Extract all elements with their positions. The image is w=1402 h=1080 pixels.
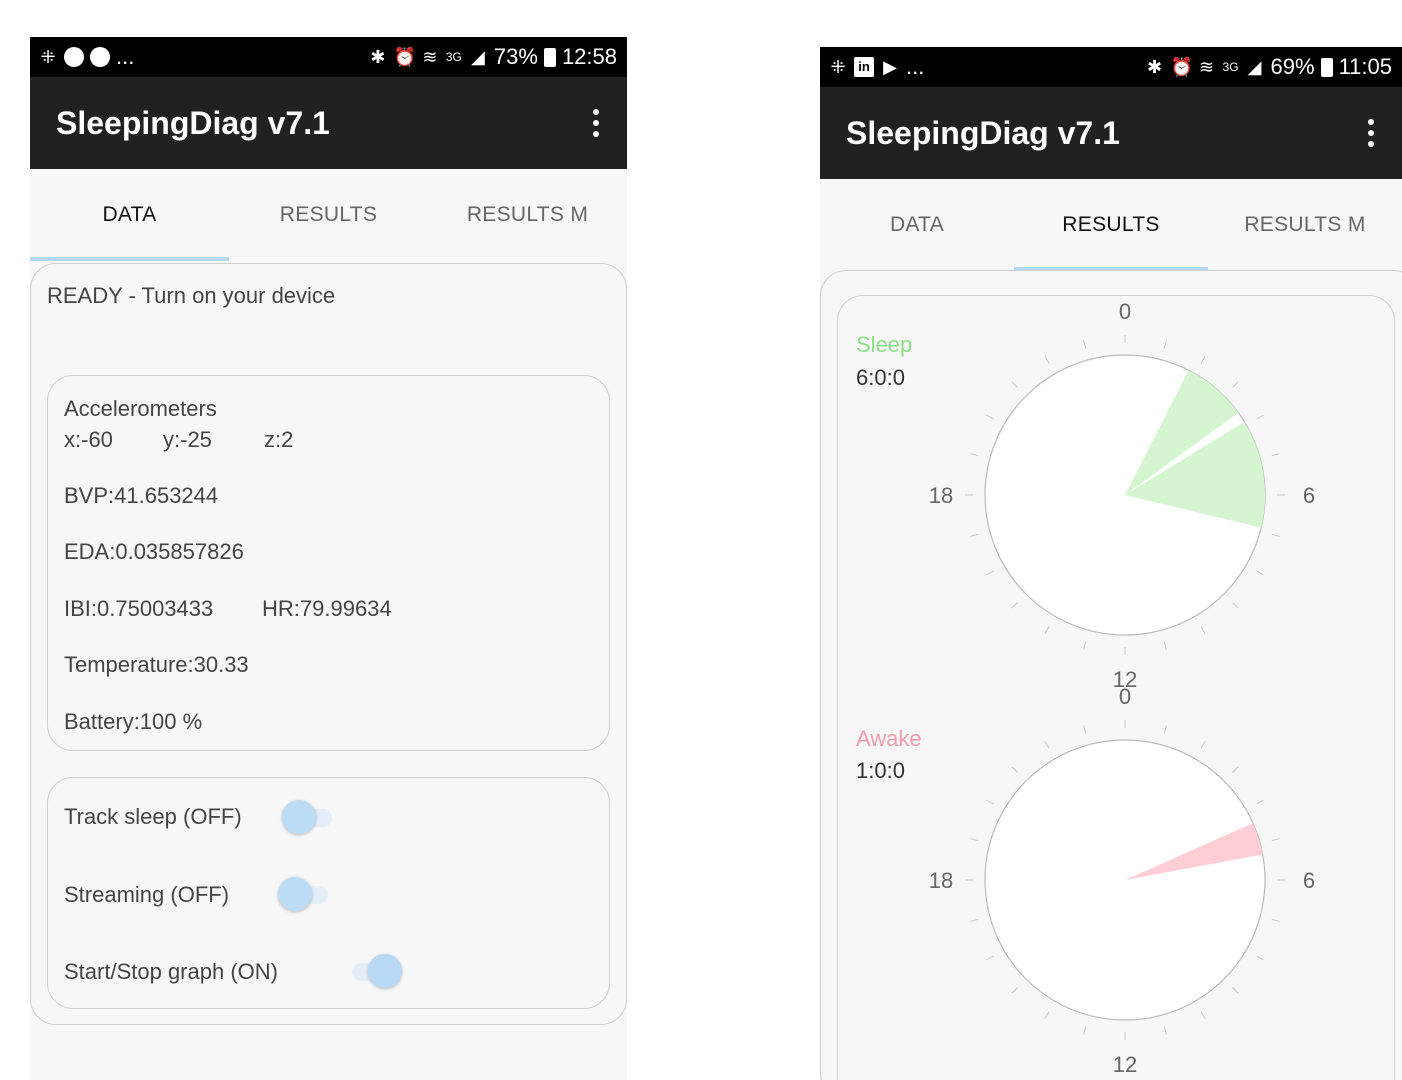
hour-tick	[986, 414, 994, 420]
hour-tick	[986, 799, 994, 805]
bluetooth-icon: ✱	[370, 47, 386, 67]
streaming-switch[interactable]	[278, 874, 334, 914]
eda-value: EDA:0.035857826	[64, 539, 244, 564]
hour-tick	[1200, 741, 1206, 749]
hour-tick	[1232, 987, 1239, 994]
sleep-clock-dial: 061218	[929, 299, 1315, 692]
hour-tick	[1011, 766, 1018, 773]
accelerometers-title: Accelerometers	[64, 396, 217, 421]
graph-switch[interactable]	[346, 951, 402, 991]
bvp-value: BVP:41.653244	[64, 483, 219, 508]
hour-tick	[1256, 570, 1264, 576]
temperature-value: Temperature:30.33	[64, 652, 249, 677]
hour-tick	[1011, 602, 1018, 609]
graph-toggle-label: Start/Stop graph (ON)	[64, 959, 278, 984]
tab-data[interactable]: DATA	[30, 169, 229, 261]
hour-tick	[1256, 414, 1264, 420]
notification-icon	[64, 47, 84, 67]
hour-tick	[1200, 356, 1206, 364]
tab-results[interactable]: RESULTS	[229, 169, 428, 261]
wifi-icon: ≋	[422, 47, 438, 67]
hour-tick	[1232, 381, 1239, 388]
app-bar: SleepingDiag v7.1	[30, 77, 627, 169]
hour-tick	[1200, 626, 1206, 634]
more-notifications: ...	[116, 44, 135, 69]
clock: 12:58	[561, 44, 617, 69]
hour-tick	[1200, 1011, 1206, 1019]
hour-tick	[986, 570, 994, 576]
hour-label: 0	[1119, 299, 1131, 324]
hour-tick	[1232, 766, 1239, 773]
fitbit-icon: ⁜	[40, 47, 56, 67]
hour-tick	[1232, 602, 1239, 609]
hour-tick	[1163, 641, 1167, 650]
network-type: 3G	[445, 50, 462, 64]
hour-label: 0	[1119, 684, 1131, 709]
awake-clock-dial: 0 6 12 18	[929, 684, 1315, 1077]
hour-tick	[970, 838, 979, 842]
ibi-value: IBI:0.75003433	[64, 596, 214, 621]
accel-y: y:-25	[163, 427, 212, 452]
streaming-label: Streaming (OFF)	[64, 882, 230, 907]
app-title: SleepingDiag v7.1	[56, 104, 330, 141]
hour-tick	[1163, 725, 1167, 734]
hour-tick	[1271, 918, 1280, 922]
accel-x: x:-60	[64, 427, 113, 452]
hour-tick	[1083, 641, 1087, 650]
tab-results-m[interactable]: RESULTS M	[428, 169, 627, 261]
hour-tick	[1044, 741, 1050, 749]
phone-screen-data: ⁜ ... ✱ ⏰ ≋ 3G ◢ 73% 12:58 SleepingDiag …	[30, 37, 627, 1080]
track-sleep-switch[interactable]	[282, 797, 338, 837]
signal-icon: ◢	[470, 47, 485, 67]
hour-tick	[1271, 453, 1280, 457]
hour-tick	[1044, 356, 1050, 364]
tab-bar: DATA RESULTS RESULTS M	[30, 169, 627, 261]
hour-tick	[1271, 533, 1280, 537]
hour-tick	[970, 533, 979, 537]
hour-label: 12	[1113, 1052, 1137, 1077]
battery-value: Battery:100 %	[64, 709, 203, 734]
hour-tick	[1011, 987, 1018, 994]
status-bar: ⁜ ... ✱ ⏰ ≋ 3G ◢ 73% 12:58	[30, 37, 627, 77]
phone-screen-results: ⁜ in ▶ ... ✱ ⏰ ≋ 3G ◢ 69% 11:05 Sleeping…	[820, 47, 1402, 1080]
hour-tick	[1256, 799, 1264, 805]
hour-tick	[1271, 838, 1280, 842]
hour-tick	[1083, 725, 1087, 734]
hour-tick	[1044, 626, 1050, 634]
hour-tick	[1083, 1026, 1087, 1035]
alarm-icon: ⏰	[393, 47, 417, 67]
hour-tick	[1083, 340, 1087, 349]
status-message: READY - Turn on your device	[47, 283, 336, 308]
hour-tick	[1044, 1011, 1050, 1019]
hour-tick	[1256, 955, 1264, 961]
hour-tick	[1163, 340, 1167, 349]
hr-value: HR:79.99634	[262, 596, 392, 621]
hour-label: 18	[929, 868, 953, 893]
hour-tick	[970, 453, 979, 457]
track-sleep-label: Track sleep (OFF)	[64, 804, 242, 829]
accel-z: z:2	[264, 427, 294, 452]
hour-tick	[1163, 1026, 1167, 1035]
hour-label: 6	[1303, 868, 1315, 893]
notification-icon	[90, 47, 110, 67]
hour-tick	[970, 918, 979, 922]
battery-icon	[543, 47, 556, 67]
overflow-menu-icon[interactable]	[591, 109, 601, 137]
battery-percent: 73%	[493, 44, 538, 69]
results-dials: 0 6 12 18 0 6 12 18	[929, 299, 1315, 1077]
hour-tick	[986, 955, 994, 961]
hour-label: 6	[1303, 483, 1315, 508]
hour-tick	[1011, 381, 1018, 388]
hour-label: 18	[929, 483, 953, 508]
